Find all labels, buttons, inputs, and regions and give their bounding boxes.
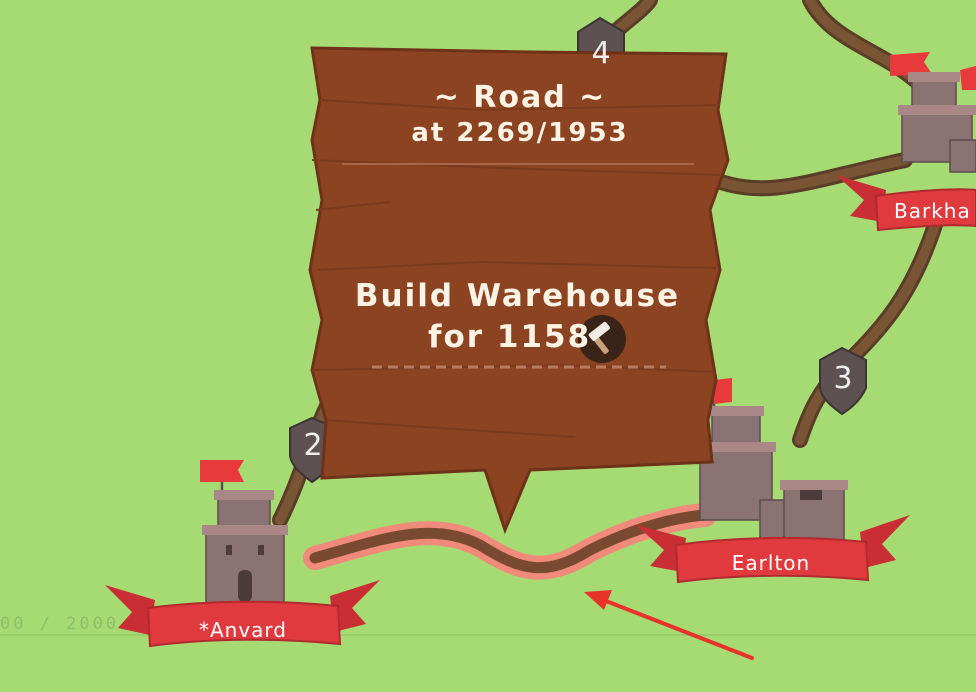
castle-name-barkha[interactable]: Barkha (894, 199, 971, 223)
castle-barkha[interactable] (890, 52, 976, 173)
build-warehouse-action[interactable]: Build Warehouse (320, 278, 715, 314)
shield-number-4: 4 (591, 36, 611, 71)
sign-position-label: at 2269/1953 (411, 118, 629, 148)
road-to-barkha[interactable] (792, 217, 943, 448)
castle-name-earlton[interactable]: Earlton (678, 551, 864, 575)
castle-anvard[interactable] (200, 460, 288, 606)
flag-icon (200, 460, 244, 482)
castle-name-anvard[interactable]: *Anvard (150, 618, 336, 642)
selected-road[interactable] (309, 509, 711, 574)
shield-number-3: 3 (833, 361, 853, 396)
shield-number-2: 2 (303, 428, 323, 463)
hud-score: 00 / 2000 (0, 614, 120, 634)
action-cost-label: for 1158 (428, 319, 591, 355)
action-cost-prefix: for (428, 319, 485, 355)
castle-earlton[interactable] (696, 378, 848, 541)
sign-title: ~ Road ~ (433, 80, 607, 115)
game-map[interactable]: 4 2 3 ~ Road ~ at 2269/1953 Build Wareho… (0, 0, 976, 692)
action-cost-value: 1158 (496, 319, 592, 355)
pointer-arrow-icon (584, 590, 754, 660)
